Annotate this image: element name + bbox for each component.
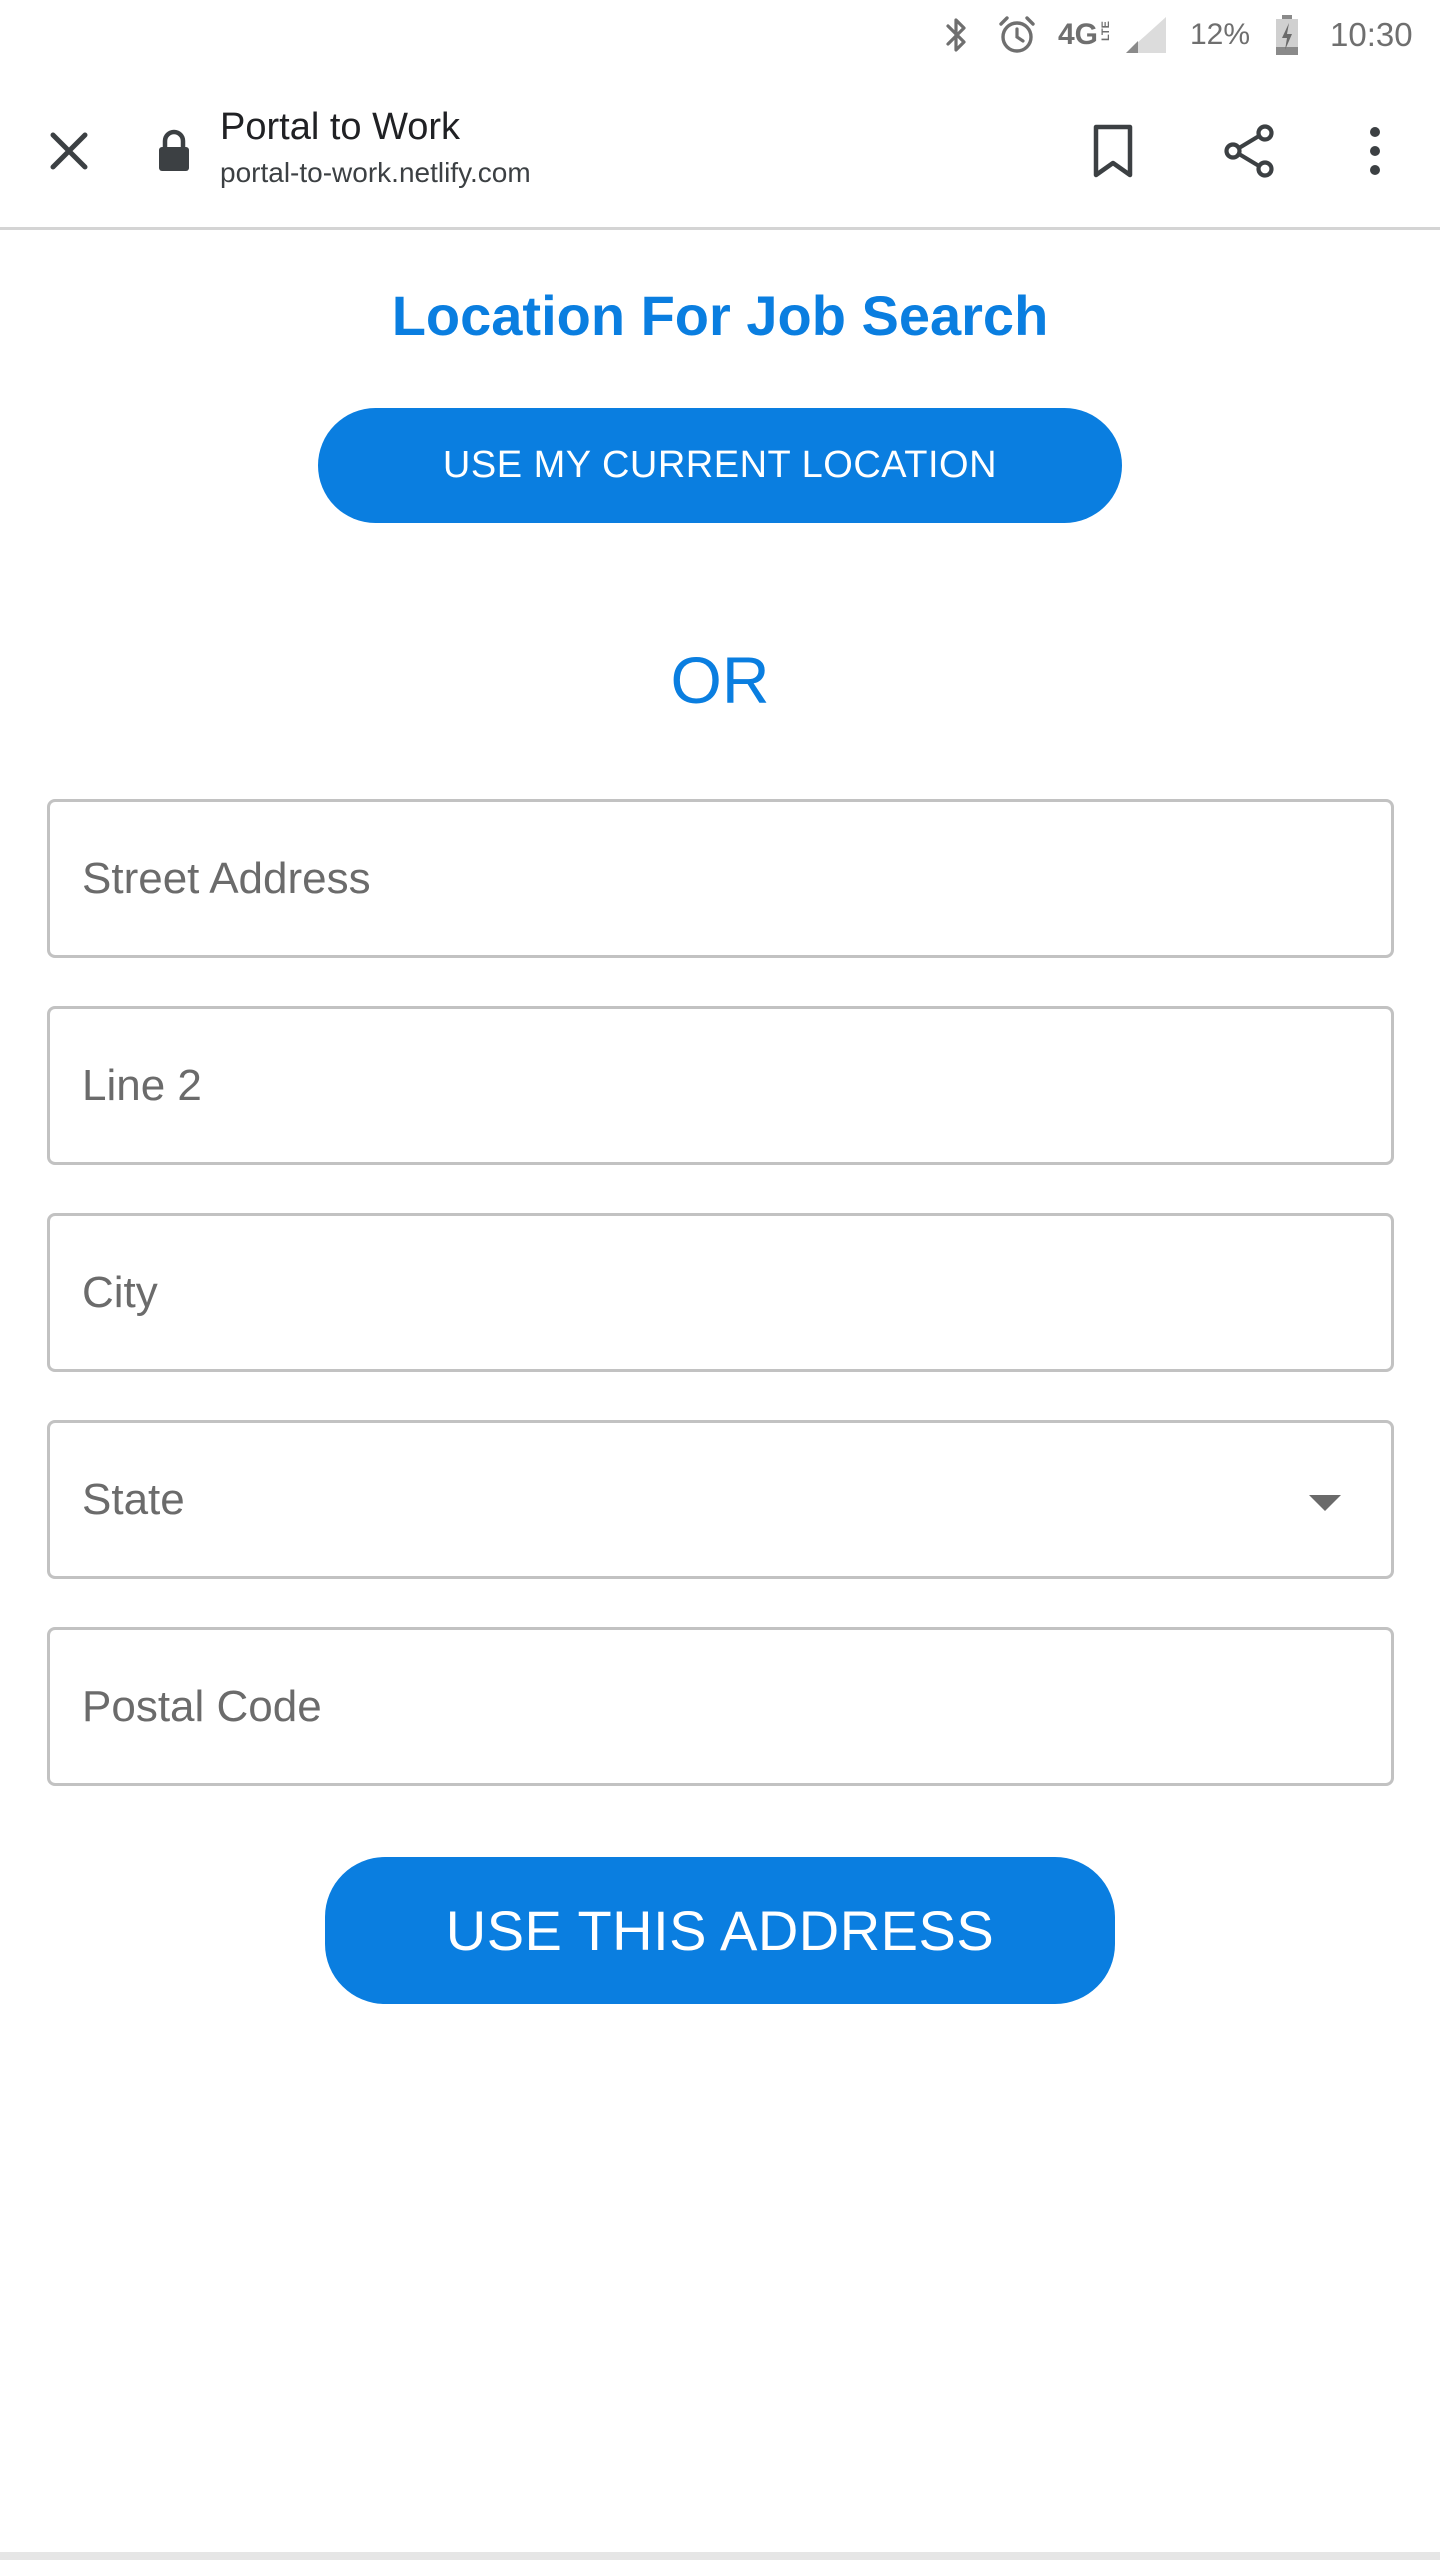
state-select-value[interactable]: State xyxy=(50,1423,1391,1576)
city-field[interactable] xyxy=(47,1213,1394,1372)
street-address-input[interactable] xyxy=(50,802,1391,955)
bookmark-icon[interactable] xyxy=(1072,110,1154,192)
network-lte-label: LTE xyxy=(1100,21,1113,41)
page-title: Location For Job Search xyxy=(391,284,1049,347)
more-vert-icon[interactable] xyxy=(1334,110,1416,192)
state-select[interactable]: State xyxy=(47,1420,1394,1579)
clock: 10:30 xyxy=(1330,16,1413,53)
postal-code-field[interactable] xyxy=(47,1627,1394,1786)
network-type: 4G LTE xyxy=(1058,0,1118,70)
share-icon[interactable] xyxy=(1208,110,1290,192)
browser-url: portal-to-work.netlify.com xyxy=(220,157,531,188)
screen: 4G LTE 12% 10:30 Portal to Work portal-t… xyxy=(0,0,1440,2560)
status-bar: 4G LTE 12% 10:30 xyxy=(0,0,1440,70)
address-line2-input[interactable] xyxy=(50,1009,1391,1162)
dropdown-arrow-icon xyxy=(1309,1495,1341,1511)
street-address-field[interactable] xyxy=(47,799,1394,958)
city-input[interactable] xyxy=(50,1216,1391,1369)
use-this-address-button[interactable]: USE THIS ADDRESS xyxy=(325,1857,1115,2004)
browser-page-title: Portal to Work xyxy=(220,106,461,148)
or-divider: OR xyxy=(670,643,770,717)
address-bar[interactable]: Portal to Work portal-to-work.netlify.co… xyxy=(220,104,1040,192)
address-line2-field[interactable] xyxy=(47,1006,1394,1165)
postal-code-input[interactable] xyxy=(50,1630,1391,1783)
lock-icon[interactable] xyxy=(156,126,192,176)
battery-charging-icon xyxy=(1274,0,1304,70)
network-type-label: 4G xyxy=(1058,18,1099,51)
close-icon[interactable] xyxy=(28,110,110,192)
bluetooth-icon xyxy=(942,0,982,70)
alarm-icon xyxy=(996,0,1042,70)
battery-percent: 12% xyxy=(1190,18,1251,51)
use-current-location-button[interactable]: USE MY CURRENT LOCATION xyxy=(318,408,1122,523)
signal-icon xyxy=(1124,0,1170,70)
bottom-edge xyxy=(0,2552,1440,2560)
browser-toolbar: Portal to Work portal-to-work.netlify.co… xyxy=(0,70,1440,230)
